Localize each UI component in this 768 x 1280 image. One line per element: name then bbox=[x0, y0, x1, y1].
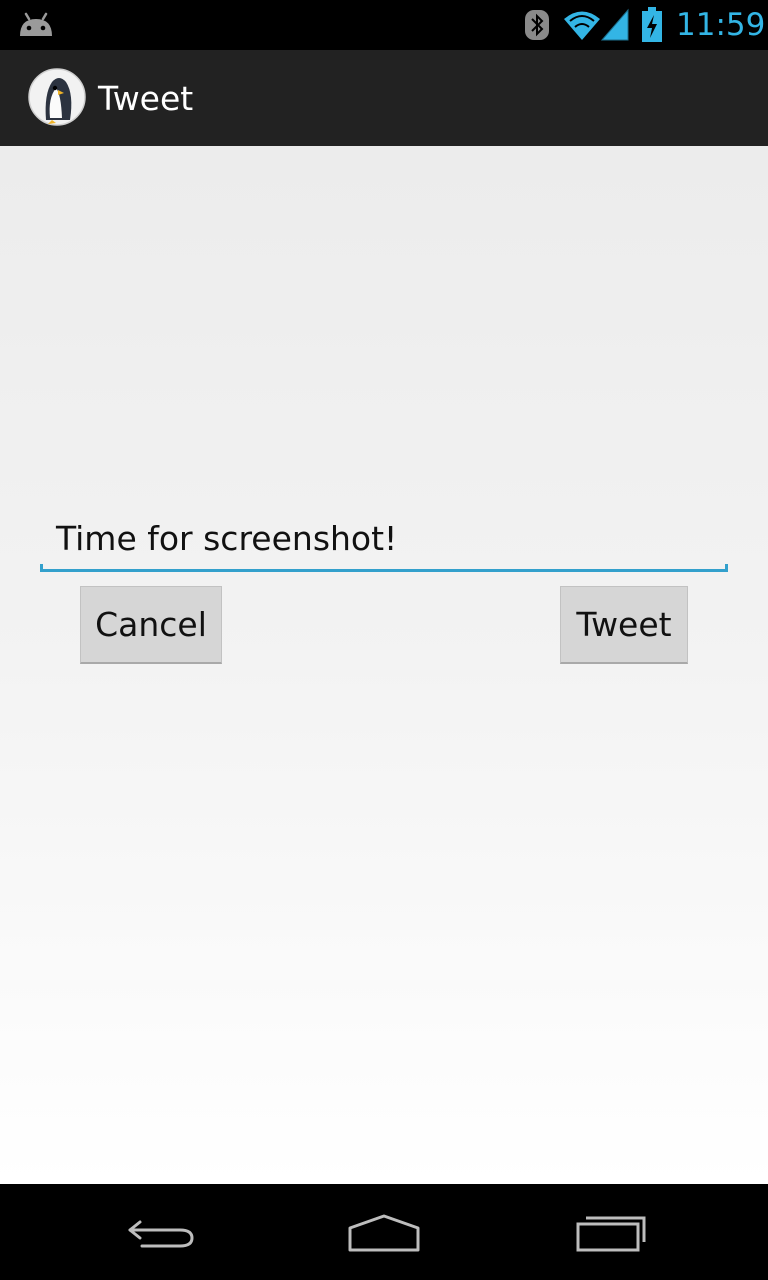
status-bar: 11:59 bbox=[0, 0, 768, 50]
android-notification-icon bbox=[20, 12, 52, 36]
compose-screen: Time for screenshot! Cancel Tweet bbox=[0, 146, 768, 1184]
page-title: Tweet bbox=[98, 79, 194, 118]
tweet-input[interactable]: Time for screenshot! bbox=[40, 514, 728, 572]
recents-icon[interactable] bbox=[572, 1208, 652, 1256]
penguin-app-icon[interactable] bbox=[28, 68, 86, 126]
battery-charging-icon bbox=[642, 7, 662, 42]
bluetooth-icon bbox=[525, 10, 549, 40]
input-underline-left-tick bbox=[40, 564, 43, 572]
navigation-bar bbox=[0, 1184, 768, 1280]
back-icon[interactable] bbox=[122, 1208, 202, 1256]
tweet-button[interactable]: Tweet bbox=[560, 586, 688, 664]
input-underline bbox=[40, 569, 728, 572]
action-bar: Tweet bbox=[0, 50, 768, 146]
signal-icon bbox=[600, 8, 629, 41]
input-underline-right-tick bbox=[725, 564, 728, 572]
tweet-input-value[interactable]: Time for screenshot! bbox=[56, 514, 397, 564]
clock: 11:59 bbox=[676, 7, 766, 43]
wifi-icon bbox=[564, 11, 600, 40]
home-icon[interactable] bbox=[344, 1208, 424, 1256]
cancel-button[interactable]: Cancel bbox=[80, 586, 222, 664]
